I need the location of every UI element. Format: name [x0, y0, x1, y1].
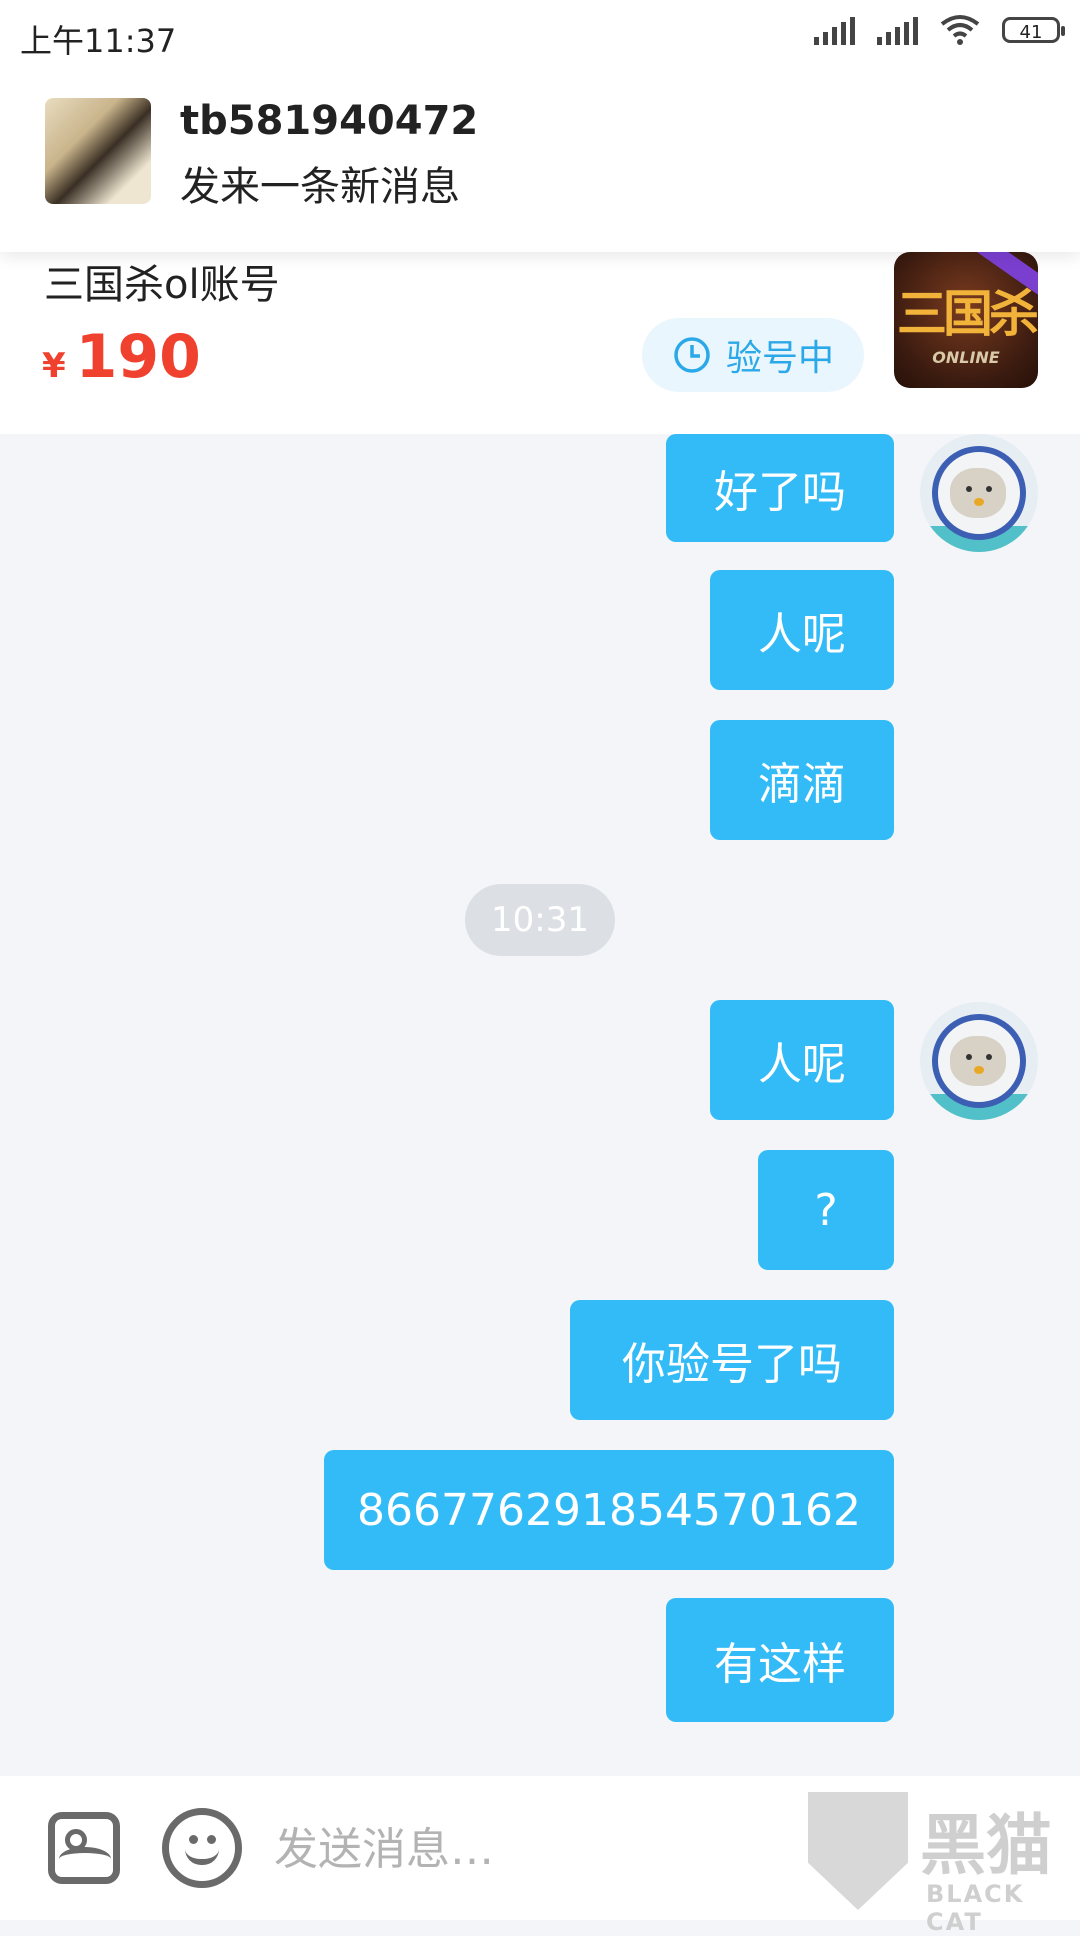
product-price: ¥190 [42, 322, 201, 392]
notification-sender: tb581940472 [180, 98, 479, 144]
status-bar: 上午11:37 41 [0, 0, 1080, 72]
notification-text: 发来一条新消息 [180, 164, 460, 210]
currency-symbol: ¥ [42, 346, 66, 386]
game-icon-title: 三国杀 [897, 285, 1038, 343]
signal-icon [877, 15, 918, 45]
watermark-cn: 黑猫 [920, 1807, 1052, 1884]
message-bubble[interactable]: 866776291854570162 [324, 1450, 894, 1570]
battery-icon: 41 [1002, 17, 1065, 43]
clock-icon [674, 337, 710, 373]
status-time: 上午11:37 [20, 22, 177, 60]
price-amount: 190 [75, 322, 201, 392]
message-bubble[interactable]: 人呢 [710, 1000, 894, 1120]
status-icons: 41 [814, 14, 1065, 46]
user-avatar[interactable] [920, 1002, 1038, 1120]
game-icon-subtitle: ONLINE [932, 348, 1000, 367]
product-card[interactable]: 三国杀ol账号 ¥190 验号中 三国杀 ONLINE [0, 252, 1080, 434]
message-bubble[interactable]: 滴滴 [710, 720, 894, 840]
sender-avatar [45, 98, 151, 204]
wifi-icon [940, 15, 980, 45]
watermark-en: BLACK CAT [926, 1880, 1025, 1936]
message-bubble[interactable]: 好了吗 [666, 434, 894, 542]
watermark-shield-icon [808, 1792, 908, 1910]
message-input-bar: 黑猫 BLACK CAT [0, 1776, 1080, 1936]
order-status-badge: 验号中 [642, 318, 864, 392]
order-status-text: 验号中 [725, 338, 834, 379]
game-icon[interactable]: 三国杀 ONLINE [894, 252, 1038, 388]
image-icon[interactable] [48, 1812, 120, 1884]
user-avatar[interactable] [920, 434, 1038, 552]
chat-timestamp: 10:31 [465, 884, 615, 956]
message-bubble[interactable]: 有这样 [666, 1598, 894, 1722]
emoji-icon[interactable] [162, 1808, 242, 1888]
message-bubble[interactable]: 你验号了吗 [570, 1300, 894, 1420]
product-title: 三国杀ol账号 [44, 262, 280, 308]
chat-messages[interactable]: 好了吗 人呢 滴滴 10:31 人呢 ? 你验号了吗 8667762918545… [0, 434, 1080, 1776]
message-input[interactable] [272, 1812, 796, 1886]
message-bubble[interactable]: ? [758, 1150, 894, 1270]
message-notification[interactable]: tb581940472 发来一条新消息 [0, 72, 1080, 252]
message-bubble[interactable]: 人呢 [710, 570, 894, 690]
watermark-logo: 黑猫 BLACK CAT [808, 1792, 1078, 1936]
signal-icon [814, 15, 855, 45]
